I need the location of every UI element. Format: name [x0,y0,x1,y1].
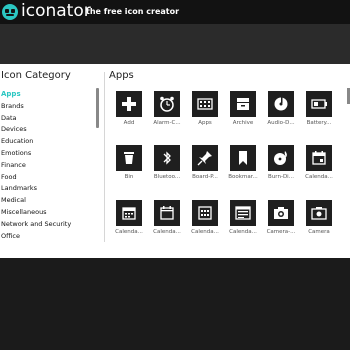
icon-tile[interactable] [154,145,180,171]
icon-label[interactable]: Calenda... [303,174,335,180]
icon-label[interactable]: Calenda... [189,229,221,235]
icon-tile[interactable] [306,200,332,226]
icon-tile[interactable] [116,145,142,171]
icon-tile[interactable] [306,145,332,171]
icon-label[interactable]: Bluetoo... [151,174,183,180]
burn-disc-icon [274,151,287,165]
sidebar-title: Icon Category [1,70,71,81]
top-bar: iconator the free icon creator [0,0,350,24]
icon-tile[interactable] [192,200,218,226]
audio-disc-icon [274,97,288,111]
icon-label[interactable]: Calenda... [227,229,259,235]
icon-tile[interactable] [268,145,294,171]
calendar-grid-icon [122,207,136,220]
calendar-icon [312,151,326,165]
board-pin-icon [197,151,212,166]
icon-tile[interactable] [306,91,332,117]
category-item-food[interactable]: Food [1,172,71,184]
category-item-network-security[interactable]: Network and Security [1,219,71,231]
icon-label[interactable]: Alarm-C... [151,120,183,126]
icon-tile[interactable] [268,91,294,117]
footer-band [0,258,350,350]
icon-label[interactable]: Bookmar... [227,174,259,180]
category-item-devices[interactable]: Devices [1,124,71,136]
category-item-data[interactable]: Data [1,113,71,125]
camera-icon [311,207,327,220]
apps-icon [197,98,213,110]
icon-label[interactable]: Camera-... [265,229,297,235]
icon-tile[interactable] [268,200,294,226]
calendar-full-icon [198,206,212,220]
brand-name[interactable]: iconator [21,1,91,21]
category-item-office[interactable]: Office [1,231,71,243]
category-item-medical[interactable]: Medical [1,195,71,207]
iconator-logo-icon[interactable] [2,4,18,20]
icon-tile[interactable] [230,200,256,226]
battery-icon [311,99,327,109]
icon-label[interactable]: Battery... [303,120,335,126]
header-band [0,24,350,64]
icon-label[interactable]: Board-P... [189,174,221,180]
icon-tile[interactable] [230,91,256,117]
panel-divider [104,72,105,242]
sidebar-scrollbar[interactable] [96,88,99,128]
category-list: Apps Brands Data Devices Education Emoti… [1,89,71,242]
icon-tile[interactable] [230,145,256,171]
alarm-clock-icon [160,96,174,112]
icon-label[interactable]: Calenda... [151,229,183,235]
icon-tile[interactable] [116,200,142,226]
calendar-blank-icon [160,206,174,220]
main-title: Apps [109,70,134,81]
icon-tile[interactable] [116,91,142,117]
icon-label[interactable]: Apps [189,120,221,126]
icon-tile[interactable] [154,91,180,117]
icon-tile[interactable] [154,200,180,226]
category-item-emotions[interactable]: Emotions [1,148,71,160]
bluetooth-icon [163,151,171,165]
icon-label[interactable]: Camera [303,229,335,235]
camera-alt-icon [274,207,288,219]
icon-label[interactable]: Calenda... [113,229,145,235]
icon-tile[interactable] [192,145,218,171]
calendar-list-icon [235,206,251,220]
icon-label[interactable]: Burn-Di... [265,174,297,180]
category-item-finance[interactable]: Finance [1,160,71,172]
category-item-brands[interactable]: Brands [1,101,71,113]
icon-label[interactable]: Bin [113,174,145,180]
plus-icon [122,97,136,111]
category-item-landmarks[interactable]: Landmarks [1,183,71,195]
bookmark-icon [239,151,247,165]
icon-label[interactable]: Add [113,120,145,126]
category-item-miscellaneous[interactable]: Miscellaneous [1,207,71,219]
icon-label[interactable]: Audio-D... [265,120,297,126]
category-item-education[interactable]: Education [1,136,71,148]
icon-label[interactable]: Archive [227,120,259,126]
category-item-apps[interactable]: Apps [1,89,71,101]
tagline: the free icon creator [86,7,180,16]
bin-icon [124,152,134,164]
icon-tile[interactable] [192,91,218,117]
archive-icon [237,98,249,110]
